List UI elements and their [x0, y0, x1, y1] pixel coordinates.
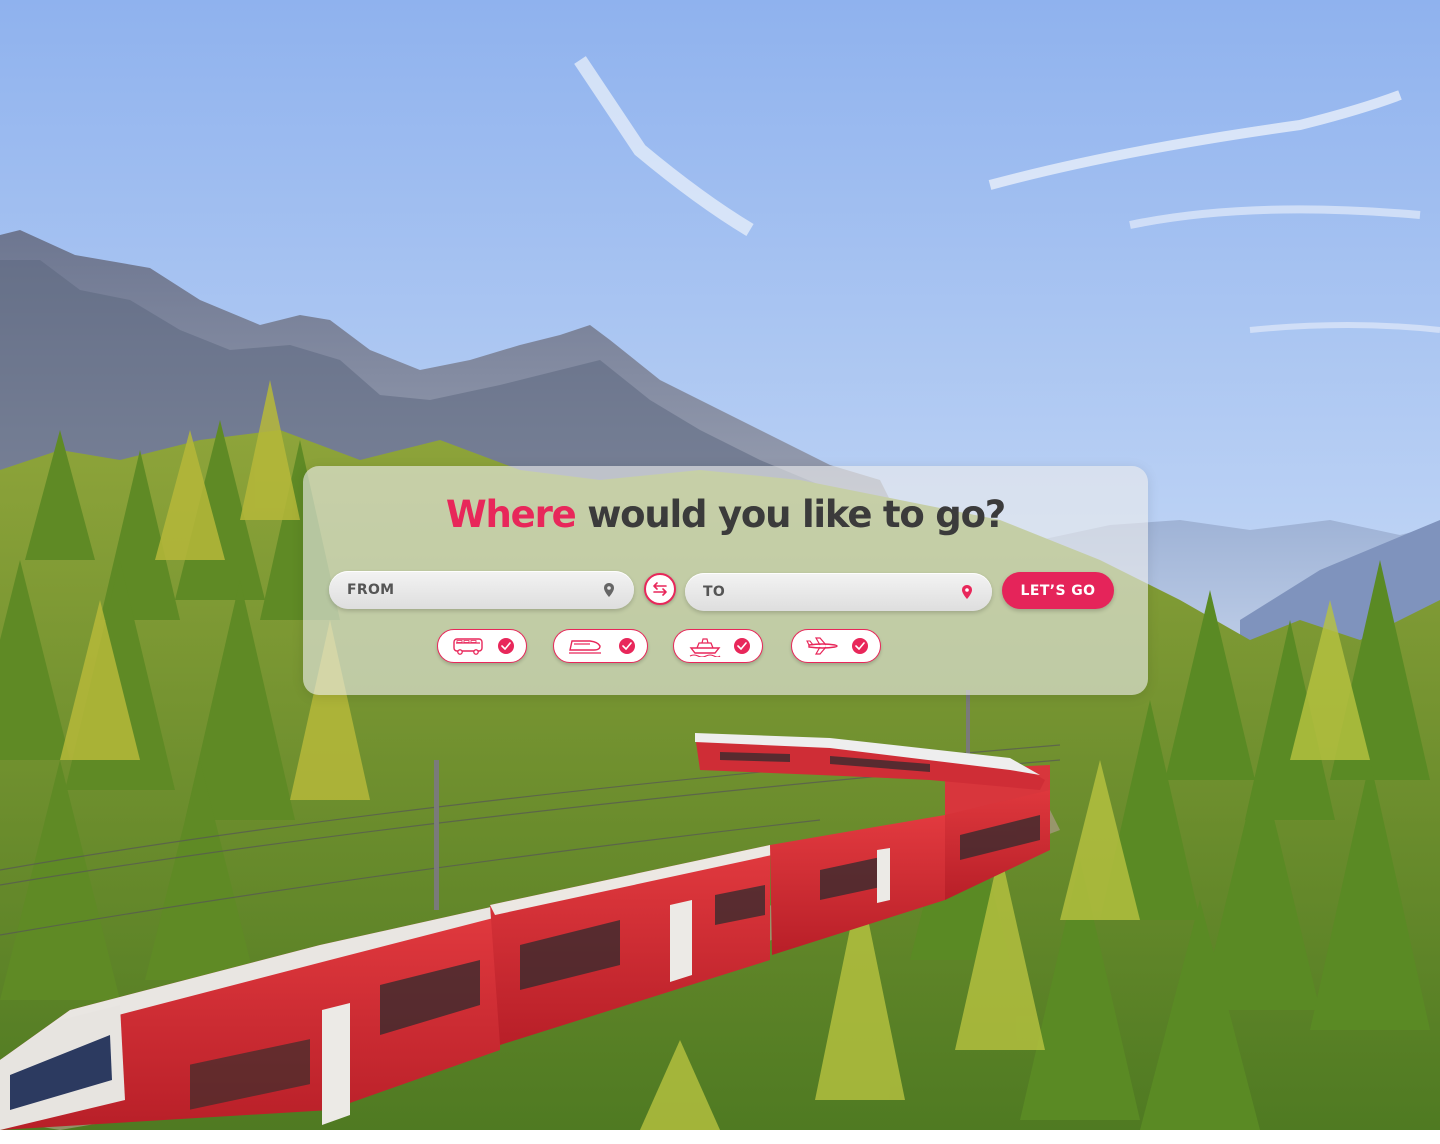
- bus-icon: [453, 638, 483, 655]
- map-pin-icon: [604, 583, 614, 597]
- headline-accent: Where: [445, 493, 577, 536]
- selected-check-icon: [734, 638, 750, 654]
- to-label: TO: [703, 584, 726, 600]
- page-bottom-edge: [0, 1130, 1440, 1144]
- selected-check-icon: [852, 638, 868, 654]
- ship-icon: [689, 638, 721, 657]
- mode-toggle-plane[interactable]: [791, 629, 881, 663]
- selected-check-icon: [619, 638, 635, 654]
- mode-toggle-ship[interactable]: [673, 629, 763, 663]
- swap-arrows-icon: [653, 582, 667, 596]
- mode-toggle-train[interactable]: [553, 629, 648, 663]
- selected-check-icon: [498, 638, 514, 654]
- page-title: Where would you like to go?: [303, 492, 1148, 538]
- from-field[interactable]: FROM: [329, 571, 634, 609]
- map-pin-icon: [962, 585, 972, 599]
- headline-rest: would you like to go?: [575, 493, 1006, 536]
- plane-icon: [806, 637, 838, 655]
- trip-search-panel: Where would you like to go? FROM TO LET’…: [303, 466, 1148, 695]
- mode-toggle-bus[interactable]: [437, 629, 527, 663]
- lets-go-button[interactable]: LET’S GO: [1002, 572, 1114, 609]
- to-field[interactable]: TO: [685, 573, 992, 611]
- from-label: FROM: [347, 582, 395, 598]
- train-icon: [569, 640, 601, 654]
- swap-button[interactable]: [644, 573, 676, 605]
